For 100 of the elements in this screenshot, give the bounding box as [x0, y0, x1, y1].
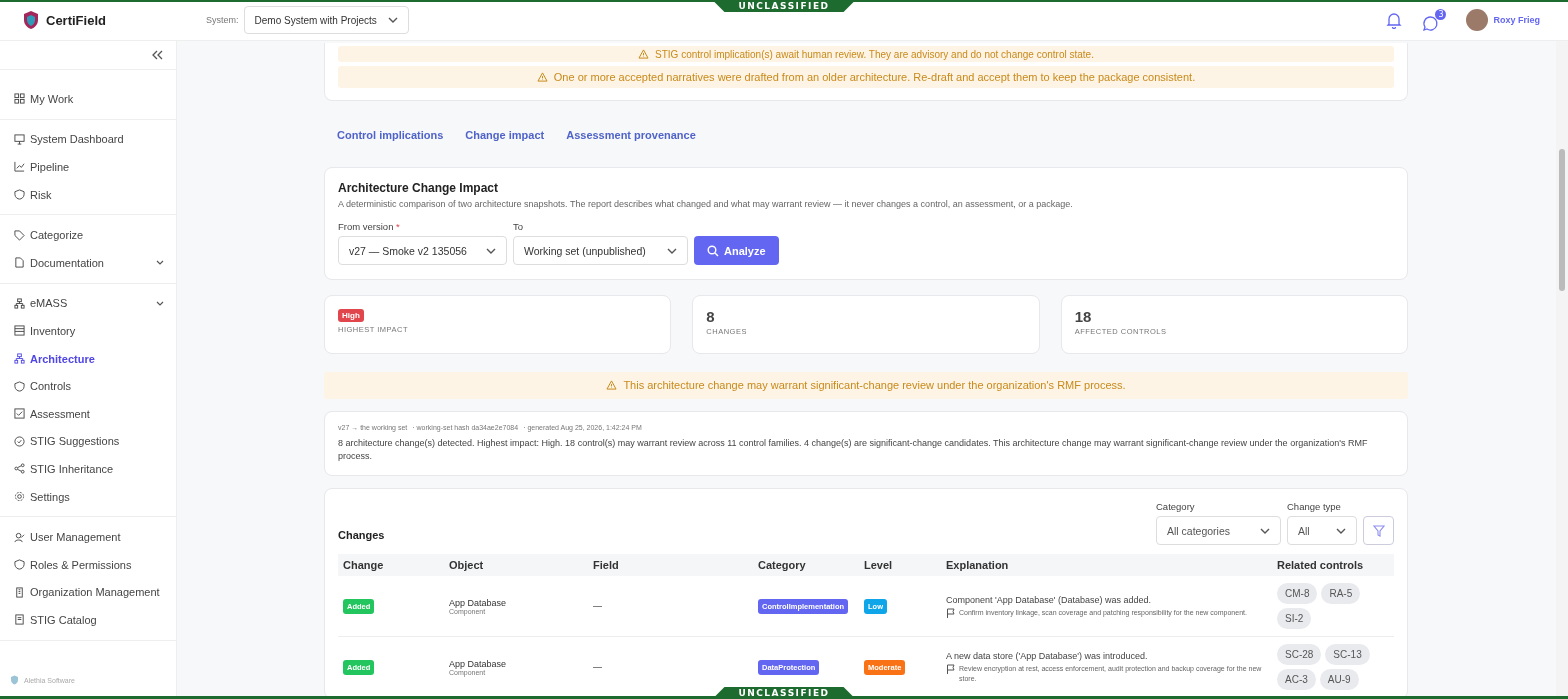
control-chip: CM-8 [1277, 583, 1318, 604]
sidebar-item[interactable]: eMASS [0, 289, 176, 318]
user-name[interactable]: Roxy Frieg [1493, 15, 1540, 25]
system-dropdown[interactable]: Demo System with Projects [243, 6, 409, 34]
sidebar-item[interactable]: My Work [0, 85, 176, 113]
analyze-button[interactable]: Analyze [694, 236, 779, 265]
shield-icon [14, 380, 25, 392]
field-label: Category [1156, 501, 1196, 512]
app-name: CertiField [46, 12, 106, 28]
sidebar-item[interactable]: System Dashboard [0, 125, 176, 154]
panel-description: A deterministic comparison of two architecture snapshots. The report describes what changed and what may warrant review — it never changes a control, an assessment, or a package. [338, 199, 1074, 209]
sidebar-item[interactable]: STIG Catalog [0, 606, 176, 634]
doc-icon [14, 257, 25, 269]
control-chip: SC-13 [1325, 644, 1370, 665]
sidebar-item[interactable]: Organization Management [0, 578, 176, 607]
section-title: Changes [338, 529, 385, 541]
warning-icon [536, 72, 548, 82]
sidebar-item[interactable]: Inventory [0, 317, 176, 345]
user-icon [14, 531, 25, 543]
column-header: Explanation [945, 559, 1010, 571]
circle-icon [14, 435, 25, 447]
column-header: Category [757, 559, 807, 571]
system-label: System: [206, 15, 239, 25]
control-chip: RA-5 [1321, 583, 1361, 604]
scrollbar-thumb[interactable] [1559, 149, 1565, 291]
control-chip: SC-28 [1277, 644, 1322, 665]
warning-alert: This architecture change may warrant significant-change review under the organization's RMF process. [324, 372, 1408, 399]
search-icon [707, 244, 719, 257]
sidebar-item[interactable]: User Management [0, 523, 176, 551]
field-label: From version [338, 221, 394, 232]
tab[interactable]: Control implications [337, 129, 444, 141]
object-name: App Database [449, 658, 508, 669]
avatar[interactable] [1466, 9, 1489, 31]
chevron-down-icon [486, 247, 496, 254]
chat-button[interactable]: 3 [1422, 8, 1447, 32]
column-header: Change [342, 559, 385, 571]
sidebar-item[interactable]: Roles & Permissions [0, 550, 176, 579]
chat-bubble-icon [1422, 14, 1440, 32]
chevron-down-icon [387, 17, 398, 23]
list-icon [14, 325, 25, 337]
object-name: App Database [449, 597, 508, 608]
flag-icon [946, 664, 956, 675]
monitor-icon [14, 133, 25, 145]
funnel-icon [1372, 524, 1385, 537]
field-label: Change type [1287, 501, 1342, 512]
panel-title: Architecture Change Impact [338, 181, 500, 195]
chevron-down-icon [1260, 527, 1270, 534]
warning-alert: One or more accepted narratives were drafted from an older architecture. Re-draft and accept them to keep the package consistent. [338, 66, 1394, 88]
tab[interactable]: Assessment provenance [566, 129, 696, 141]
column-header: Field [592, 559, 620, 571]
classification-banner: UNCLASSIFIED [712, 687, 856, 699]
shield-icon [14, 189, 25, 201]
stat-value: 18 [1074, 309, 1093, 324]
check-icon [14, 408, 25, 420]
classification-banner: UNCLASSIFIED [712, 0, 856, 12]
sidebar-item[interactable]: Risk [0, 180, 176, 209]
sidebar-item[interactable]: Settings [0, 482, 176, 511]
gear-icon [14, 491, 25, 502]
column-header: Related controls [1276, 559, 1365, 571]
warning-alert: STIG control implication(s) await human review. They are advisory and do not change control state. [338, 46, 1394, 62]
shield-logo-icon [22, 10, 40, 30]
collapse-icon[interactable] [151, 50, 163, 60]
shield-icon [14, 559, 25, 571]
chevron-down-icon [156, 300, 164, 306]
category-dropdown[interactable]: All categories [1156, 516, 1281, 545]
sidebar-item[interactable]: Pipeline [0, 153, 176, 181]
control-chip: AC-3 [1277, 669, 1316, 690]
tab[interactable]: Change impact [465, 129, 545, 141]
table-cell: — [593, 601, 602, 611]
field-label: To [513, 221, 524, 232]
required-mark: * [396, 221, 400, 232]
explanation-text: A new data store ('App Database') was introduced. [946, 651, 1148, 662]
stat-value: 8 [706, 309, 716, 324]
from-version-dropdown[interactable]: v27 — Smoke v2 135056 [338, 236, 507, 265]
sidebar-item[interactable]: STIG Suggestions [0, 427, 176, 456]
flag-icon [946, 607, 956, 618]
bell-icon[interactable] [1386, 11, 1403, 29]
sidebar-item[interactable]: Documentation [0, 248, 176, 277]
to-version-dropdown[interactable]: Working set (unpublished) [513, 236, 688, 265]
tag-icon [14, 229, 25, 241]
change-type-dropdown[interactable]: All [1287, 516, 1357, 545]
chart-icon [14, 161, 25, 173]
summary-text: 8 architecture change(s) detected. Highest impact: High. 18 control(s) may warrant review across 11 control families. 4 change(s) are significant-change candidates. This architecture change may warrant significant-change review under the organization's RMF process. [338, 436, 1369, 463]
impact-badge: High [338, 309, 364, 322]
chevron-down-icon [156, 260, 164, 266]
control-chip: SI-2 [1277, 608, 1312, 629]
tree-icon [14, 353, 25, 365]
sidebar-item[interactable]: Controls [0, 372, 176, 400]
sidebar-item[interactable]: Architecture [0, 344, 176, 373]
sidebar-item[interactable]: Categorize [0, 221, 176, 249]
shield-logo-icon [10, 675, 19, 685]
tree-icon [14, 297, 25, 309]
chevron-down-icon [1336, 527, 1346, 534]
sidebar-item[interactable]: STIG Inheritance [0, 455, 176, 483]
share-icon [14, 463, 25, 475]
explanation-text: Component 'App Database' (Database) was added. [946, 594, 1152, 605]
sidebar-item[interactable]: Assessment [0, 399, 176, 428]
grid-icon [14, 93, 25, 105]
message-count-badge: 3 [1435, 8, 1447, 20]
warning-icon [606, 380, 618, 391]
